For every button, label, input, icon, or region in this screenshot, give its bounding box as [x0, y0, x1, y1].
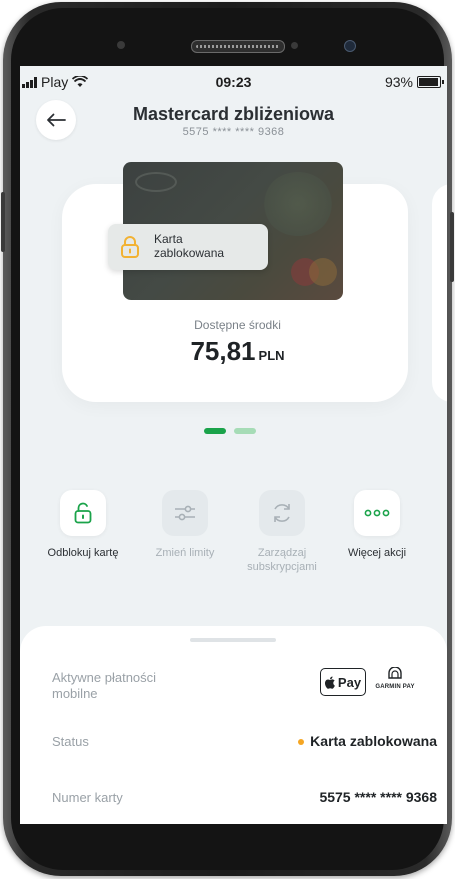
app-screen: Play 09:23 93% Mastercard zbliżeniowa 55… [20, 66, 447, 824]
front-camera [344, 40, 356, 52]
battery-percentage: 93% [384, 74, 413, 90]
change-limits-label: Zmień limity [155, 547, 215, 559]
garmin-pay-label: GARMIN PAY [375, 684, 415, 690]
volume-button [1, 192, 5, 252]
pagination-dot-active[interactable] [204, 428, 226, 434]
card-blocked-badge: Karta zablokowana [108, 224, 268, 270]
apple-pay-badge[interactable]: Pay [320, 668, 366, 696]
funds-amount: 75,81 [190, 336, 256, 366]
carousel-pagination [204, 428, 256, 434]
sheet-drag-handle[interactable] [190, 638, 276, 642]
status-value: Karta zablokowana [298, 733, 437, 749]
status-label: Status [52, 734, 89, 749]
pagination-dot[interactable] [234, 428, 256, 434]
unlock-card-label: Odblokuj kartę [47, 547, 119, 559]
unlock-card-button[interactable] [60, 490, 106, 536]
more-actions-label: Więcej akcji [347, 547, 407, 559]
card-number-value: 5575 **** **** 9368 [319, 789, 437, 805]
card-blocked-text: Karta zablokowana [154, 232, 225, 260]
clock: 09:23 [215, 74, 252, 90]
more-actions-action[interactable]: Więcej akcji [327, 490, 427, 560]
manage-subscriptions-action: Zarządzaj subskrypcjami [232, 490, 332, 574]
funds-currency: PLN [258, 348, 285, 363]
more-actions-button[interactable] [354, 490, 400, 536]
page-title: Mastercard zbliżeniowa [132, 104, 335, 124]
next-card-panel[interactable] [432, 184, 447, 402]
manage-subscriptions-label: Zarządzaj subskrypcjami [247, 547, 317, 573]
change-limits-action: Zmień limity [135, 490, 235, 560]
sensor-dot [291, 42, 298, 49]
status-dot-icon [298, 739, 305, 746]
bank-logo-icon [135, 172, 177, 192]
speaker-grille [191, 40, 285, 53]
mobile-payments-label: Aktywne płatności mobilne [52, 670, 157, 701]
unlock-card-action[interactable]: Odblokuj kartę [33, 490, 133, 560]
status-bar: Play 09:23 93% [20, 66, 447, 94]
refresh-icon [274, 504, 290, 522]
available-funds-value: 75,81 PLN [28, 336, 447, 367]
garmin-pay-badge[interactable]: GARMIN PAY [370, 666, 420, 690]
battery-info: 93% [384, 74, 444, 90]
apple-icon [324, 676, 335, 689]
status-value-text: Karta zablokowana [310, 733, 437, 749]
unlock-icon [74, 502, 92, 524]
sliders-icon [175, 505, 195, 521]
card-number-label: Numer karty [52, 790, 123, 805]
mastercard-logo-icon [291, 258, 337, 286]
battery-icon [417, 76, 444, 88]
sensor-dot [117, 41, 125, 49]
card-artwork [263, 172, 333, 236]
change-limits-button [162, 490, 208, 536]
more-icon [364, 509, 390, 517]
power-button [450, 212, 454, 282]
manage-subscriptions-button [259, 490, 305, 536]
apple-pay-label: Pay [337, 674, 362, 690]
card-number-subtitle: 5575 **** **** 9368 [182, 126, 285, 138]
available-funds-label: Dostępne środki [194, 318, 281, 332]
lock-icon [121, 236, 139, 258]
garmin-icon [388, 666, 402, 679]
